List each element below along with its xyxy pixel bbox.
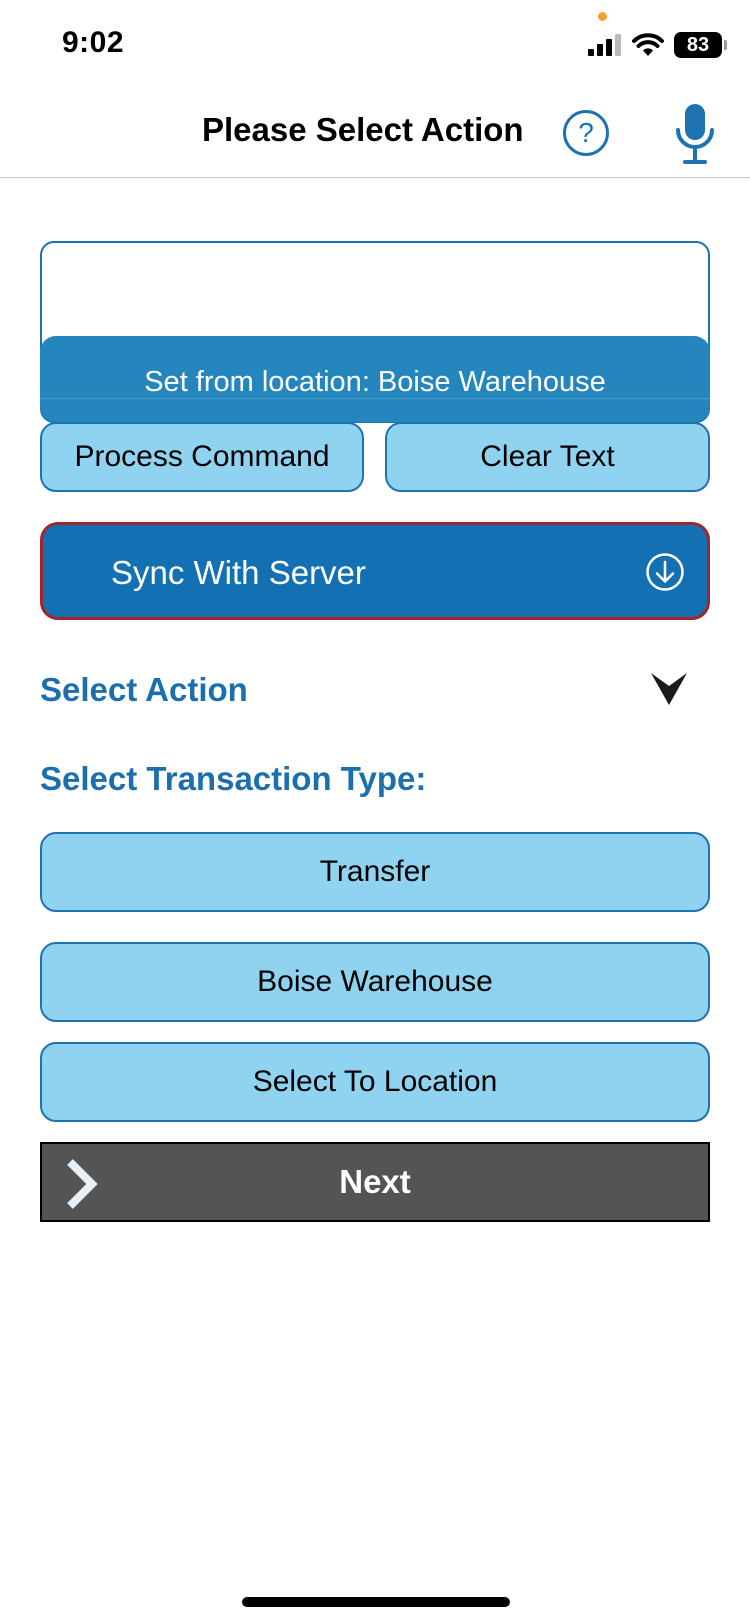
toast-text: Set from location: Boise Warehouse [144,365,606,398]
transaction-type-transfer-button[interactable]: Transfer [40,832,710,912]
cellular-signal-icon [588,34,621,56]
screen: 9:02 83 Please Select Action ? Set from … [0,0,750,1624]
wifi-icon [632,33,664,56]
battery-icon: 83 [674,32,727,58]
navigation-bar: Please Select Action ? [0,88,750,178]
chevron-right-icon [67,1159,98,1209]
status-icons: 83 [588,30,727,60]
microphone-icon[interactable] [674,102,716,166]
download-circle-icon [646,553,684,591]
status-time: 9:02 [62,26,125,59]
select-action-dropdown[interactable]: Select Action [40,671,248,709]
next-button[interactable]: Next [40,1142,710,1222]
to-location-button[interactable]: Select To Location [40,1042,710,1122]
page-title: Please Select Action [202,111,524,148]
chevron-down-icon[interactable] [649,669,689,709]
help-icon[interactable]: ? [563,110,609,156]
toast-message: Set from location: Boise Warehouse [40,336,710,422]
process-command-button[interactable]: Process Command [40,422,364,492]
next-label: Next [339,1163,411,1200]
sync-label: Sync With Server [111,554,366,591]
privacy-indicator-dot [598,12,607,21]
transaction-type-heading: Select Transaction Type: [40,760,427,797]
from-location-button[interactable]: Boise Warehouse [40,942,710,1022]
clear-text-button[interactable]: Clear Text [385,422,710,492]
sync-with-server-button[interactable]: Sync With Server [40,522,710,620]
home-indicator[interactable] [242,1597,510,1607]
